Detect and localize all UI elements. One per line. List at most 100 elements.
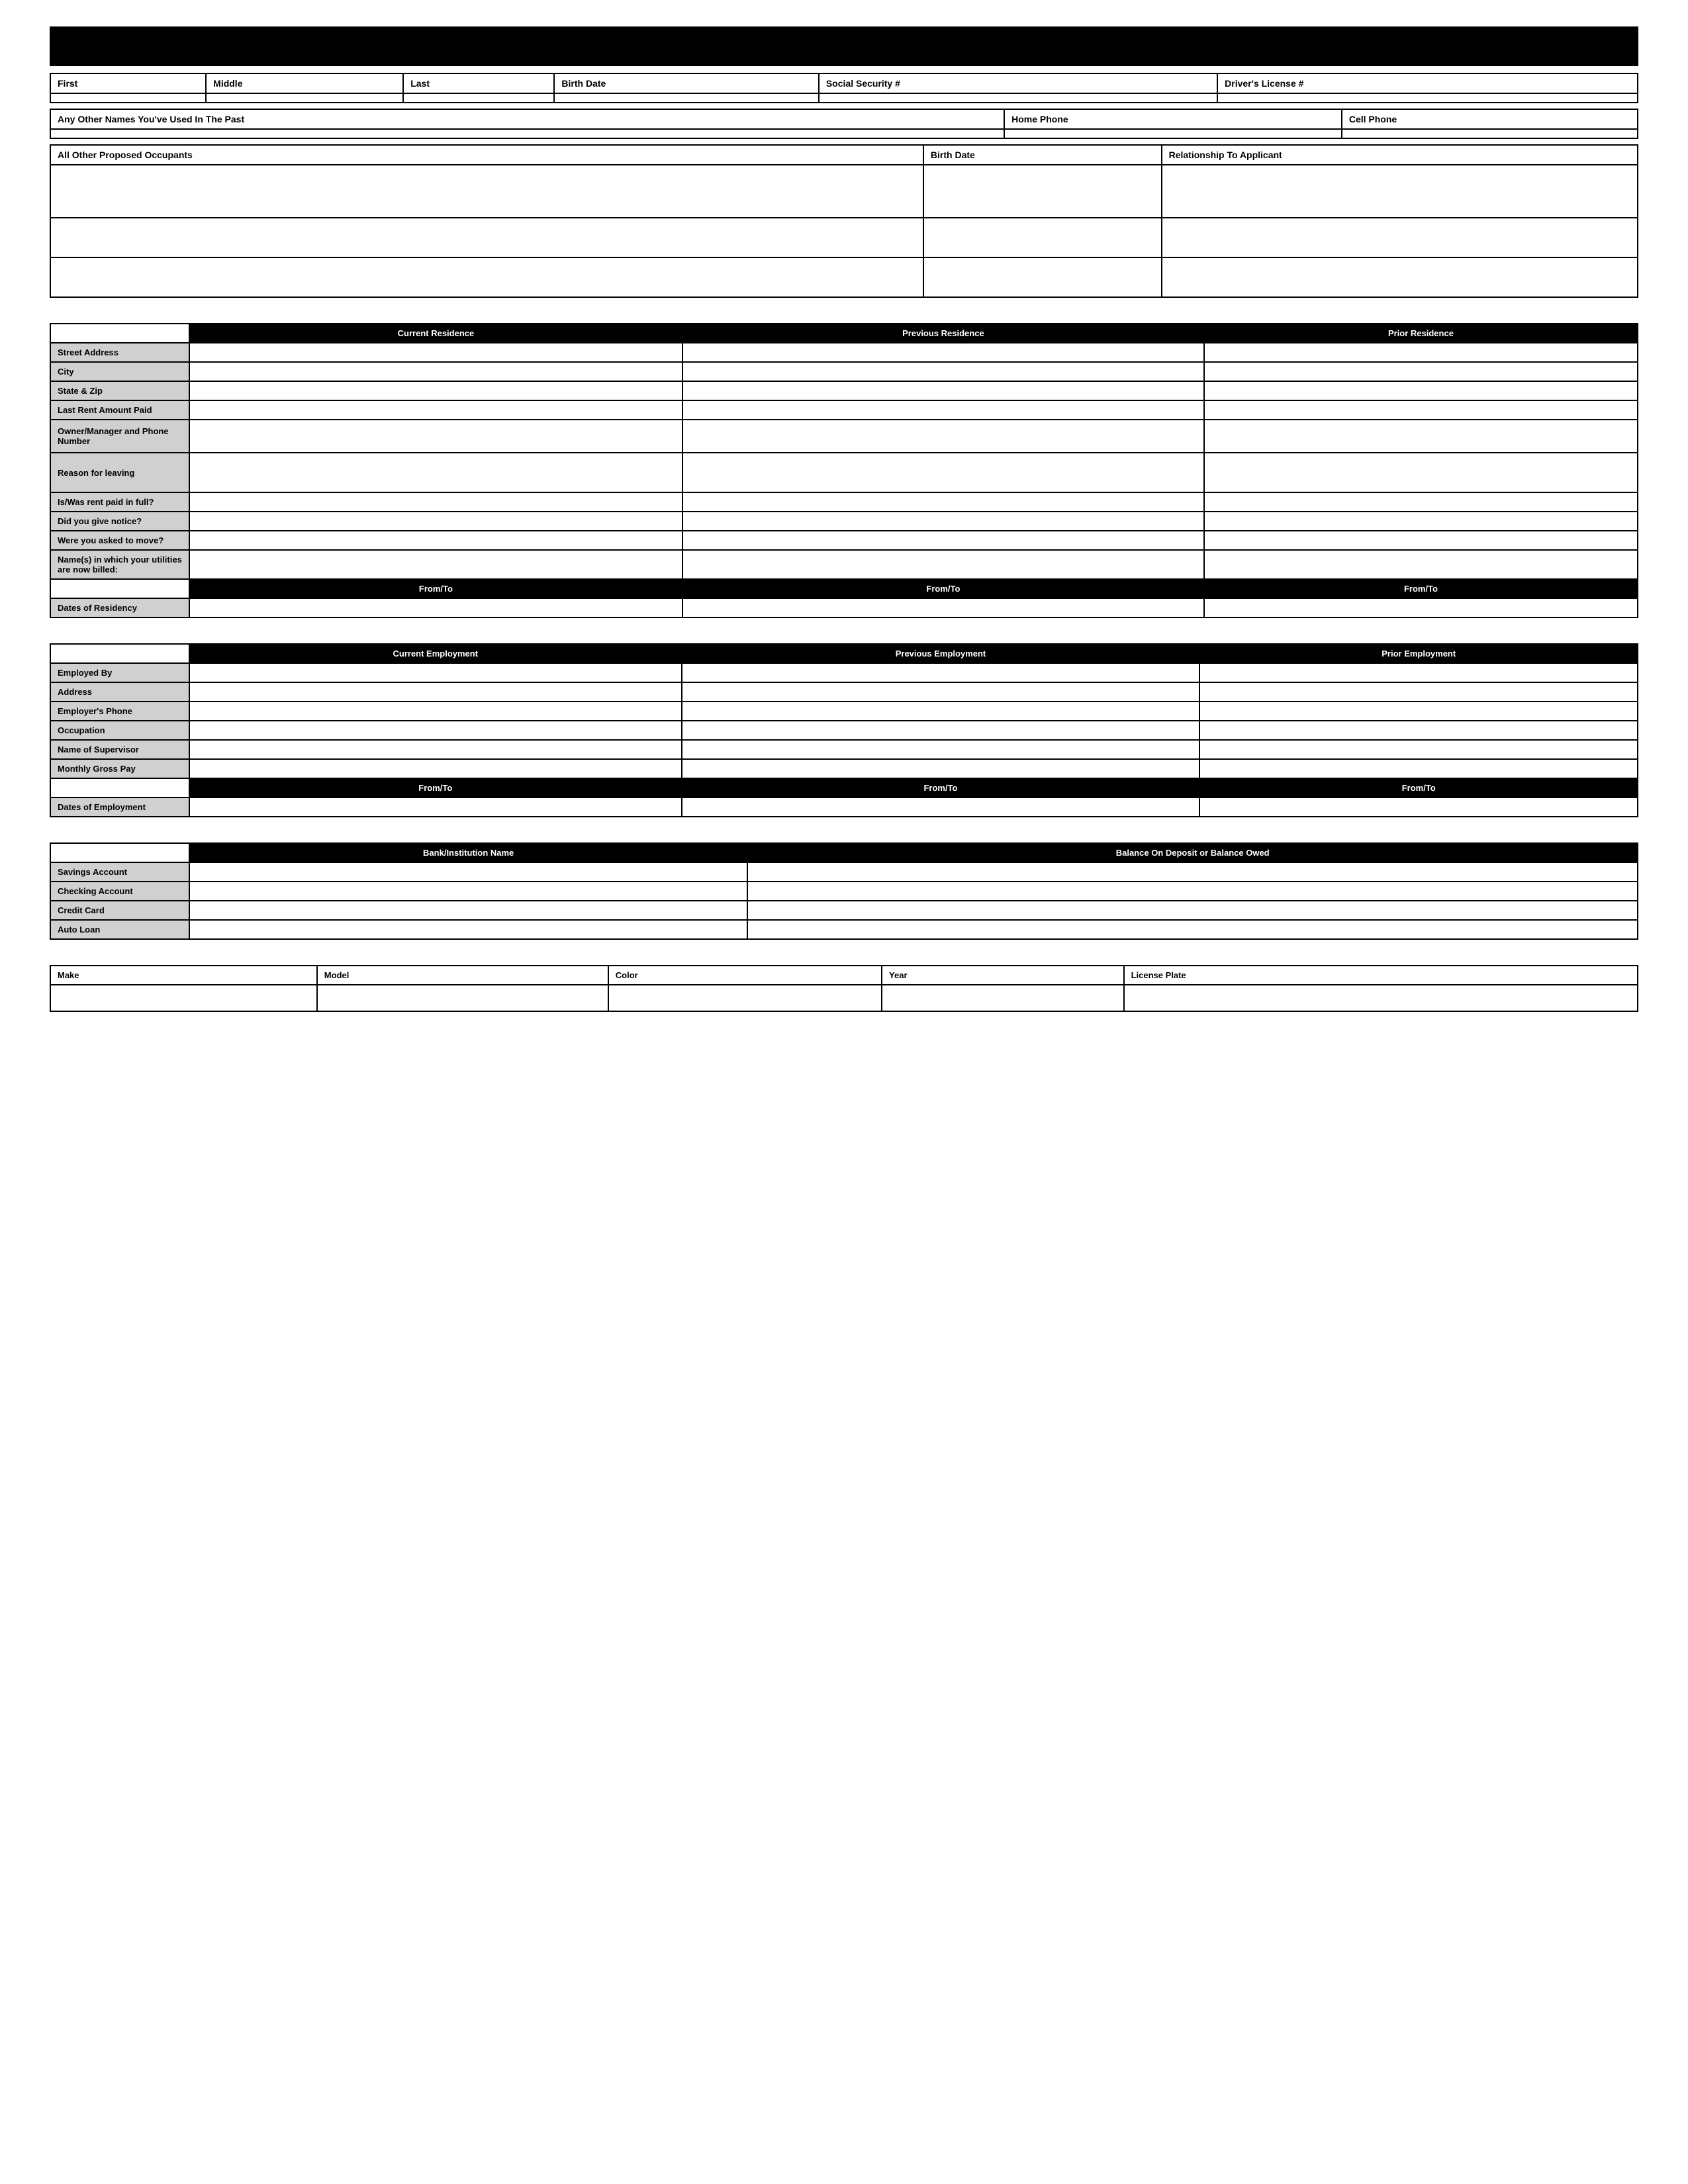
input-prior-occupation[interactable]	[1199, 721, 1638, 740]
input-prior-emp-address[interactable]	[1199, 682, 1638, 702]
label-emp-address: Address	[50, 682, 189, 702]
input-previous-notice[interactable]	[682, 512, 1204, 531]
input-year[interactable]	[882, 985, 1124, 1011]
input-previous-rent-paid[interactable]	[682, 492, 1204, 512]
col-previous-dates-header: From/To	[682, 579, 1204, 598]
input-previous-dates[interactable]	[682, 598, 1204, 617]
input-home-phone[interactable]	[1004, 129, 1342, 138]
input-savings-balance[interactable]	[747, 862, 1638, 882]
col-prior-emp-dates-header: From/To	[1199, 778, 1638, 797]
input-prior-asked-move[interactable]	[1204, 531, 1638, 550]
input-prior-dates[interactable]	[1204, 598, 1638, 617]
input-current-city[interactable]	[189, 362, 682, 381]
input-prior-rent-paid[interactable]	[1204, 492, 1638, 512]
col-make: Make	[50, 966, 317, 985]
col-model: Model	[317, 966, 608, 985]
col-previous-employment: Previous Employment	[682, 644, 1200, 663]
col-current-residence: Current Residence	[189, 324, 682, 343]
input-last[interactable]	[403, 93, 554, 103]
input-make[interactable]	[50, 985, 317, 1011]
label-city: City	[50, 362, 189, 381]
input-prior-employer[interactable]	[1199, 663, 1638, 682]
input-prior-owner[interactable]	[1204, 420, 1638, 453]
input-checking-balance[interactable]	[747, 882, 1638, 901]
input-previous-emp-address[interactable]	[682, 682, 1200, 702]
input-occupants-relationship[interactable]	[1162, 165, 1638, 218]
input-current-last-rent[interactable]	[189, 400, 682, 420]
input-credit-balance[interactable]	[747, 901, 1638, 920]
input-previous-emp-dates[interactable]	[682, 797, 1200, 817]
input-occupants[interactable]	[50, 165, 923, 218]
input-license[interactable]	[1124, 985, 1638, 1011]
input-current-asked-move[interactable]	[189, 531, 682, 550]
input-checking-bank[interactable]	[189, 882, 747, 901]
input-savings-bank[interactable]	[189, 862, 747, 882]
input-prior-emp-phone[interactable]	[1199, 702, 1638, 721]
input-current-emp-phone[interactable]	[189, 702, 682, 721]
input-ssn[interactable]	[819, 93, 1217, 103]
input-previous-employer[interactable]	[682, 663, 1200, 682]
input-occupants-birth[interactable]	[923, 165, 1162, 218]
input-current-reason[interactable]	[189, 453, 682, 492]
input-color[interactable]	[608, 985, 882, 1011]
input-current-emp-dates[interactable]	[189, 797, 682, 817]
input-previous-asked-move[interactable]	[682, 531, 1204, 550]
input-previous-owner[interactable]	[682, 420, 1204, 453]
input-occupants-relationship3[interactable]	[1162, 257, 1638, 297]
col-prior-residence: Prior Residence	[1204, 324, 1638, 343]
input-current-owner[interactable]	[189, 420, 682, 453]
spacer4	[50, 945, 1638, 965]
input-first[interactable]	[50, 93, 206, 103]
col-balance: Balance On Deposit or Balance Owed	[747, 843, 1638, 862]
input-occupants3[interactable]	[50, 257, 923, 297]
input-previous-occupation[interactable]	[682, 721, 1200, 740]
input-prior-notice[interactable]	[1204, 512, 1638, 531]
input-auto-bank[interactable]	[189, 920, 747, 939]
input-current-emp-address[interactable]	[189, 682, 682, 702]
input-auto-balance[interactable]	[747, 920, 1638, 939]
input-previous-gross-pay[interactable]	[682, 759, 1200, 778]
input-current-dates[interactable]	[189, 598, 682, 617]
input-prior-supervisor[interactable]	[1199, 740, 1638, 759]
input-current-occupation[interactable]	[189, 721, 682, 740]
input-dl[interactable]	[1217, 93, 1638, 103]
input-previous-reason[interactable]	[682, 453, 1204, 492]
input-middle[interactable]	[206, 93, 403, 103]
input-current-state-zip[interactable]	[189, 381, 682, 400]
input-prior-state-zip[interactable]	[1204, 381, 1638, 400]
vehicle-table: Make Model Color Year License Plate	[50, 965, 1638, 1012]
input-prior-utilities[interactable]	[1204, 550, 1638, 579]
col-current-emp-dates-header: From/To	[189, 778, 682, 797]
input-previous-supervisor[interactable]	[682, 740, 1200, 759]
input-prior-emp-dates[interactable]	[1199, 797, 1638, 817]
input-current-supervisor[interactable]	[189, 740, 682, 759]
input-occupants-birth2[interactable]	[923, 218, 1162, 257]
input-current-utilities[interactable]	[189, 550, 682, 579]
input-previous-street[interactable]	[682, 343, 1204, 362]
input-current-notice[interactable]	[189, 512, 682, 531]
input-occupants-relationship2[interactable]	[1162, 218, 1638, 257]
input-prior-last-rent[interactable]	[1204, 400, 1638, 420]
label-asked-move: Were you asked to move?	[50, 531, 189, 550]
input-previous-state-zip[interactable]	[682, 381, 1204, 400]
input-prior-gross-pay[interactable]	[1199, 759, 1638, 778]
input-current-employer[interactable]	[189, 663, 682, 682]
input-previous-utilities[interactable]	[682, 550, 1204, 579]
input-occupants-birth3[interactable]	[923, 257, 1162, 297]
input-prior-street[interactable]	[1204, 343, 1638, 362]
input-prior-reason[interactable]	[1204, 453, 1638, 492]
col-license: License Plate	[1124, 966, 1638, 985]
input-current-gross-pay[interactable]	[189, 759, 682, 778]
input-other-names[interactable]	[50, 129, 1004, 138]
input-credit-bank[interactable]	[189, 901, 747, 920]
input-current-street[interactable]	[189, 343, 682, 362]
input-current-rent-paid[interactable]	[189, 492, 682, 512]
input-model[interactable]	[317, 985, 608, 1011]
input-previous-emp-phone[interactable]	[682, 702, 1200, 721]
input-birth-date[interactable]	[554, 93, 818, 103]
input-prior-city[interactable]	[1204, 362, 1638, 381]
input-cell-phone[interactable]	[1342, 129, 1638, 138]
input-previous-last-rent[interactable]	[682, 400, 1204, 420]
input-occupants2[interactable]	[50, 218, 923, 257]
input-previous-city[interactable]	[682, 362, 1204, 381]
